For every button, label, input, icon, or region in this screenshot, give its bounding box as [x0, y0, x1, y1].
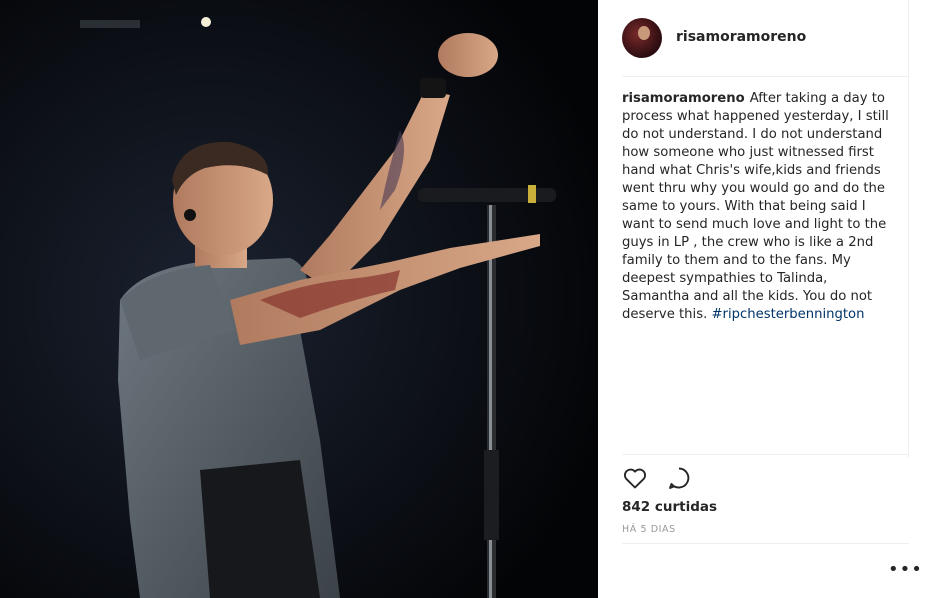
likes-count[interactable]: 842 curtidas	[622, 499, 717, 515]
avatar[interactable]	[622, 18, 662, 58]
concert-photo-illustration	[0, 0, 598, 598]
heart-icon[interactable]	[622, 465, 648, 491]
instagram-post-window: risamoramoreno risamoramoreno After takin…	[0, 0, 934, 598]
post-side-panel: risamoramoreno risamoramoreno After takin…	[598, 0, 934, 598]
more-options-icon[interactable]: •••	[888, 561, 923, 579]
header-username[interactable]: risamoramoreno	[676, 29, 806, 45]
post-caption: risamoramoreno After taking a day to proc…	[622, 90, 894, 324]
comment-icon[interactable]	[666, 465, 692, 491]
action-icons	[622, 465, 692, 491]
caption-text: After taking a day to process what happe…	[622, 91, 889, 322]
caption-scroll-edge	[908, 0, 909, 458]
caption-username[interactable]: risamoramoreno	[622, 91, 745, 106]
divider	[622, 543, 909, 544]
caption-hashtag[interactable]: #ripchesterbennington	[711, 307, 864, 322]
post-header: risamoramoreno	[622, 18, 909, 77]
post-photo[interactable]	[0, 0, 598, 598]
post-timestamp: HÁ 5 DIAS	[622, 524, 676, 535]
post-actions: 842 curtidas HÁ 5 DIAS •••	[622, 454, 922, 595]
